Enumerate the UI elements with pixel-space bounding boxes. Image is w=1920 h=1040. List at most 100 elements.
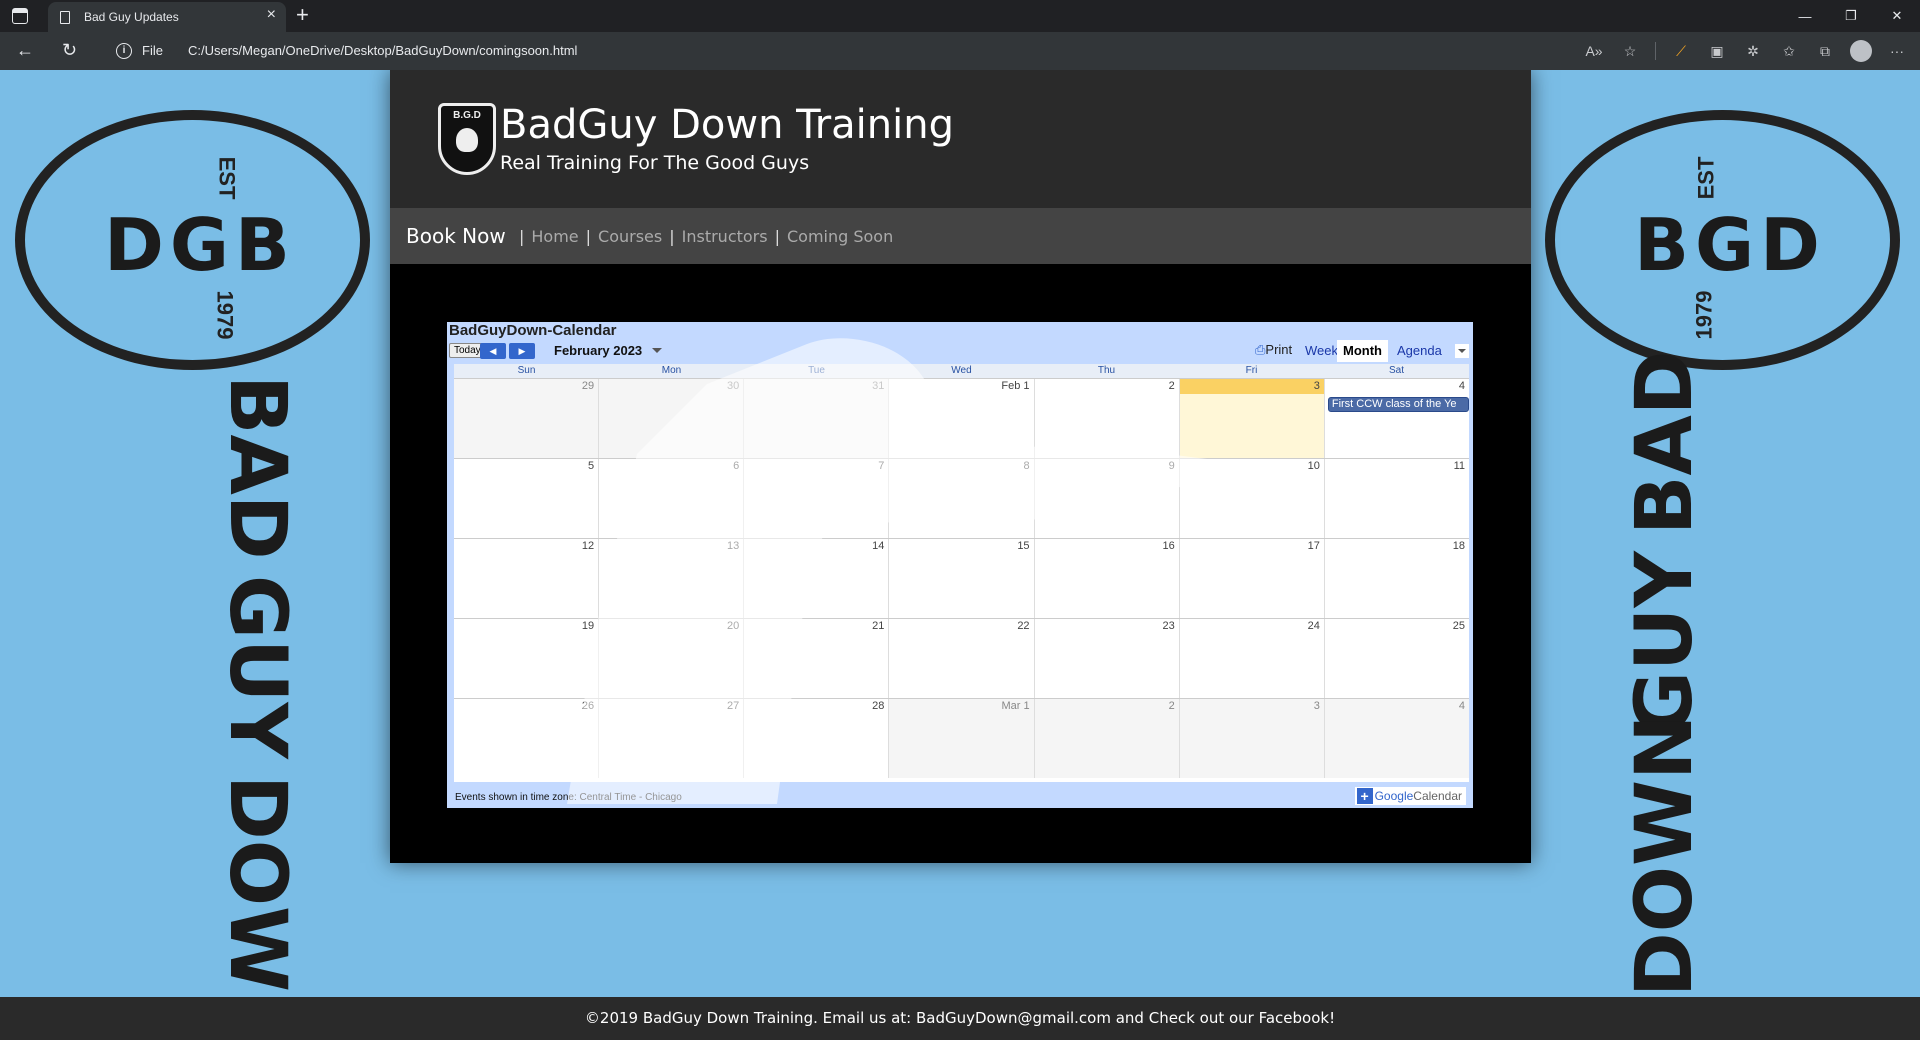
day-number: 22 <box>1017 620 1030 632</box>
day-cell[interactable]: 27 <box>599 699 745 778</box>
main-container: B.G.D BadGuy Down Training Real Training… <box>390 70 1531 863</box>
nav-link-coming-soon[interactable]: Coming Soon <box>787 227 893 246</box>
close-tab-icon[interactable]: × <box>267 7 276 23</box>
month-dropdown-icon[interactable] <box>652 348 662 353</box>
extension-orange-icon[interactable]: ⟋ <box>1670 40 1692 62</box>
view-dropdown-icon[interactable] <box>1455 344 1469 358</box>
day-cell[interactable]: 15 <box>889 539 1035 618</box>
tab-agenda[interactable]: Agenda <box>1391 340 1448 362</box>
day-cell[interactable]: 4 <box>1324 699 1469 778</box>
day-cell[interactable]: Feb 1 <box>889 379 1035 458</box>
collections-icon[interactable]: ⧉ <box>1814 40 1836 62</box>
next-month-icon[interactable]: ▶ <box>509 343 535 359</box>
day-cell[interactable]: 29 <box>454 379 600 458</box>
browser-toolbar: A» ☆ ⟋ ▣ ✲ ✩ ⧉ ··· <box>1583 38 1908 64</box>
day-cell[interactable]: 21 <box>744 619 890 698</box>
omnibox[interactable]: i File C:/Users/Megan/OneDrive/Desktop/B… <box>106 36 1586 66</box>
read-aloud-icon[interactable]: A» <box>1583 40 1605 62</box>
guy-text: GUY <box>1620 551 1710 735</box>
day-cell[interactable]: 19 <box>454 619 600 698</box>
refresh-icon[interactable]: ↻ <box>62 40 77 60</box>
print-label: Print <box>1265 342 1293 357</box>
week-row: 19 20 21 22 23 24 25 <box>454 618 1469 698</box>
bgd-text: BGD <box>1634 203 1826 287</box>
down-text: DOWN <box>1620 714 1710 997</box>
close-window-icon[interactable]: ✕ <box>1874 0 1920 32</box>
month-grid: Sun Mon Tue Wed Thu Fri Sat 29 30 31 Feb… <box>454 364 1469 782</box>
day-cell[interactable]: 24 <box>1179 619 1325 698</box>
day-cell[interactable]: 3 <box>1179 699 1325 778</box>
day-cell[interactable]: 5 <box>454 459 600 538</box>
month-label[interactable]: February 2023 <box>554 343 642 358</box>
day-cell[interactable]: 16 <box>1034 539 1180 618</box>
tab-title: Bad Guy Updates <box>84 10 179 24</box>
day-cell[interactable]: 8 <box>889 459 1035 538</box>
day-cell[interactable]: 10 <box>1179 459 1325 538</box>
new-tab-icon[interactable]: + <box>296 3 309 27</box>
day-cell[interactable]: 7 <box>744 459 890 538</box>
day-cell[interactable]: 30 <box>599 379 745 458</box>
nav-link-courses[interactable]: Courses <box>598 227 662 246</box>
day-cell[interactable]: 18 <box>1324 539 1469 618</box>
google-calendar-button[interactable]: + GoogleCalendar <box>1354 787 1466 805</box>
down-text: DOWN <box>212 775 302 997</box>
day-cell[interactable]: 14 <box>744 539 890 618</box>
dow-label: Mon <box>661 365 682 376</box>
day-cell[interactable]: 22 <box>889 619 1035 698</box>
day-cell[interactable]: 4 First CCW class of the Ye <box>1324 379 1469 458</box>
browser-tab-bar: Bad Guy Updates × + — ❐ ✕ <box>0 0 1920 32</box>
browser-tab[interactable]: Bad Guy Updates × <box>48 2 286 32</box>
site-nav: Book Now | Home | Courses | Instructors … <box>390 208 1531 264</box>
back-icon[interactable]: ← <box>16 40 34 60</box>
nav-link-home[interactable]: Home <box>531 227 578 246</box>
day-cell[interactable]: 23 <box>1034 619 1180 698</box>
favorites-icon[interactable]: ✩ <box>1778 40 1800 62</box>
google-calendar-embed: BadGuyDown-Calendar Today ◀ ▶ February 2… <box>447 322 1473 808</box>
extensions-icon[interactable]: ✲ <box>1742 40 1764 62</box>
day-cell[interactable]: 25 <box>1324 619 1469 698</box>
day-cell[interactable]: 28 <box>744 699 890 778</box>
day-cell[interactable]: 2 <box>1034 379 1180 458</box>
url-text[interactable]: C:/Users/Megan/OneDrive/Desktop/BadGuyDo… <box>188 43 577 58</box>
print-button[interactable]: ⎙Print <box>1255 342 1292 358</box>
year-text: 1979 <box>212 290 238 340</box>
day-cell[interactable]: 6 <box>599 459 745 538</box>
day-cell-today[interactable]: 3 <box>1179 379 1325 458</box>
day-cell[interactable]: Mar 1 <box>889 699 1035 778</box>
day-number: 11 <box>1453 460 1465 472</box>
calendar-toolbar: Today ◀ ▶ February 2023 ⎙Print Week Mont… <box>447 340 1473 362</box>
more-icon[interactable]: ··· <box>1886 40 1908 62</box>
day-number: 9 <box>1168 460 1175 472</box>
nav-links: | Home | Courses | Instructors | Coming … <box>512 227 893 246</box>
calendar-event[interactable]: First CCW class of the Ye <box>1327 397 1469 412</box>
day-number: 8 <box>1023 460 1030 472</box>
day-number: 4 <box>1458 380 1465 392</box>
dow-label: Fri <box>1245 365 1258 376</box>
day-cell[interactable]: 2 <box>1034 699 1180 778</box>
favorite-add-icon[interactable]: ☆ <box>1619 40 1641 62</box>
day-cell[interactable]: 12 <box>454 539 600 618</box>
tab-actions-icon[interactable] <box>12 8 28 24</box>
minimize-icon[interactable]: — <box>1782 0 1828 32</box>
week-row: 12 13 14 15 16 17 18 <box>454 538 1469 618</box>
day-cell[interactable]: 17 <box>1179 539 1325 618</box>
tab-month[interactable]: Month <box>1337 340 1388 362</box>
site-header: B.G.D BadGuy Down Training Real Training… <box>390 70 1531 208</box>
day-cell[interactable]: 11 <box>1324 459 1469 538</box>
info-icon[interactable]: i <box>116 43 132 59</box>
extension-gray-icon[interactable]: ▣ <box>1706 40 1728 62</box>
day-cell[interactable]: 31 <box>744 379 890 458</box>
day-cell[interactable]: 13 <box>599 539 745 618</box>
prev-month-icon[interactable]: ◀ <box>480 343 506 359</box>
day-number: 4 <box>1458 700 1465 712</box>
timezone-text: Events shown in time zone: Central Time … <box>455 792 682 803</box>
nav-link-instructors[interactable]: Instructors <box>682 227 768 246</box>
day-number: 18 <box>1452 540 1465 552</box>
restore-icon[interactable]: ❐ <box>1828 0 1874 32</box>
profile-avatar[interactable] <box>1850 40 1872 62</box>
day-cell[interactable]: 20 <box>599 619 745 698</box>
day-cell[interactable]: 9 <box>1034 459 1180 538</box>
book-now-link[interactable]: Book Now <box>406 224 506 248</box>
day-number: 2 <box>1168 700 1175 712</box>
day-cell[interactable]: 26 <box>454 699 600 778</box>
